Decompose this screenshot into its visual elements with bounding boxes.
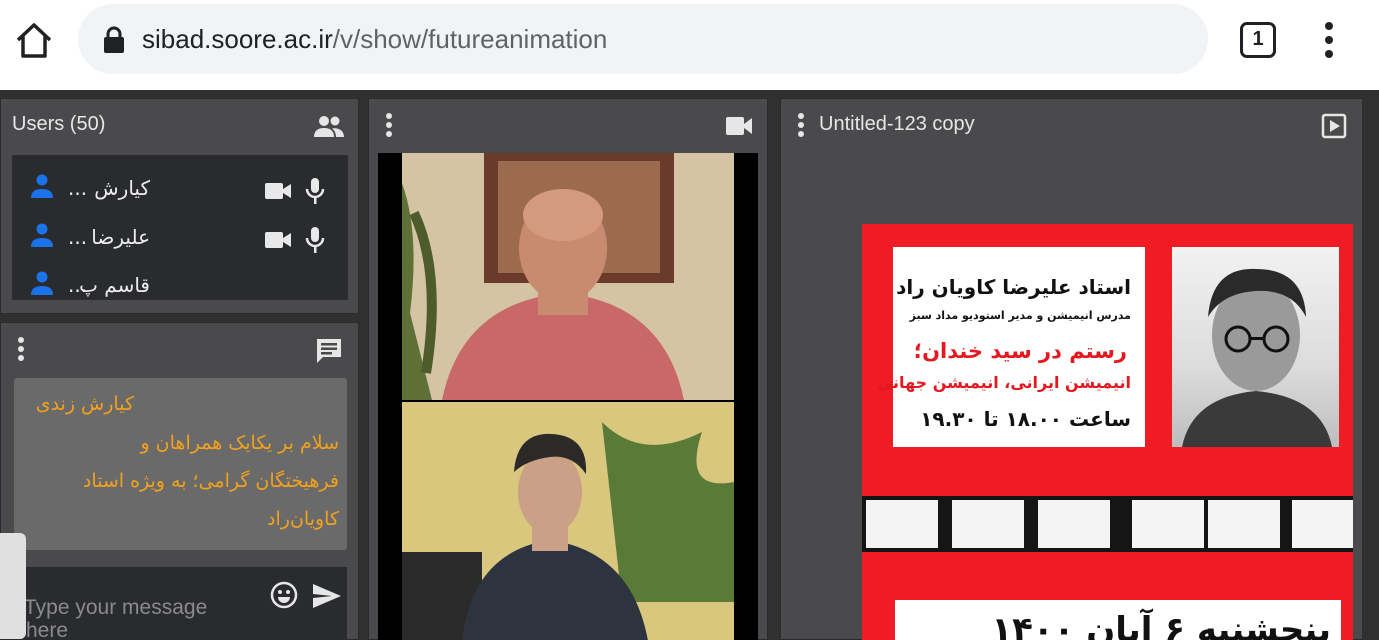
poster-speaker-name: استاد علیرضا کاویان راد (896, 275, 1131, 299)
menu-dot (18, 355, 24, 361)
webcam-participant-2 (402, 402, 734, 640)
chat-message: کیارش زندی سلام بر یکایک همراهان و فرهیخ… (14, 378, 347, 550)
menu-dot (18, 346, 24, 352)
menu-dot (1325, 50, 1333, 58)
user-name-ellipsis: ... (68, 225, 88, 249)
chat-composer: here (14, 567, 347, 640)
camera-icon[interactable] (264, 230, 292, 250)
browser-toolbar: sibad.soore.ac.ir/v/show/futureanimation… (0, 0, 1379, 90)
menu-dot (18, 337, 24, 343)
video-menu-button[interactable] (385, 113, 393, 139)
tab-switcher-button[interactable]: 1 (1240, 22, 1276, 58)
lock-icon (104, 26, 124, 53)
menu-dot (1325, 22, 1333, 30)
user-icon (31, 223, 53, 247)
chat-menu-button[interactable] (17, 337, 25, 363)
chat-message-line: سلام بر یکایک همراهان و (140, 432, 339, 454)
present-icon[interactable] (1321, 113, 1347, 139)
microphone-icon[interactable] (304, 177, 326, 205)
camera-icon[interactable] (264, 181, 292, 201)
filmstrip-frame (1292, 500, 1353, 548)
users-panel: Users (50) ... کیارش ... علیرضا ... قاسم… (0, 98, 359, 314)
url-text: sibad.soore.ac.ir/v/show/futureanimation (142, 24, 607, 55)
chat-input-overflow: here (26, 619, 69, 640)
user-row[interactable]: ... علیرضا (12, 216, 348, 262)
poster-info-card: استاد علیرضا کاویان راد مدرس انیمیشن و م… (877, 247, 1145, 447)
presentation-title: Untitled-123 copy (819, 113, 975, 135)
user-name: علیرضا (91, 225, 150, 249)
conference-app: Users (50) ... کیارش ... علیرضا ... قاسم… (0, 90, 1379, 640)
filmstrip-frame (1132, 500, 1204, 548)
emoji-icon[interactable] (270, 581, 298, 609)
microphone-icon[interactable] (304, 226, 326, 254)
video-feed-1[interactable] (402, 153, 734, 400)
chat-message-line: فرهیختگان گرامی؛ به ویژه استاد (82, 470, 339, 492)
poster-date-card: پنجشنبه ۶ آبان ۱۴۰۰ (895, 600, 1341, 640)
send-icon[interactable] (312, 583, 342, 609)
video-stage (378, 153, 758, 640)
user-row[interactable]: ... قاسم پ (12, 264, 348, 300)
chat-message-author: کیارش زندی (35, 393, 134, 415)
browser-menu-button[interactable] (1316, 22, 1342, 58)
video-camera-icon[interactable] (725, 115, 753, 137)
poster-topic-title: رستم در سید خندان؛ (913, 339, 1127, 363)
user-row[interactable]: ... کیارش (12, 167, 348, 213)
filmstrip-frame (952, 500, 1024, 548)
user-icon (31, 271, 53, 295)
filmstrip-frame (866, 500, 938, 548)
menu-dot (798, 113, 804, 119)
menu-dot (1325, 36, 1333, 44)
url-path: /v/show/futureanimation (332, 24, 608, 54)
poster-topic-subtitle: انیمیشن ایرانی، انیمیشن جهانی (876, 373, 1131, 392)
chat-panel: کیارش زندی سلام بر یکایک همراهان و فرهیخ… (0, 322, 359, 640)
filmstrip-frame (1208, 500, 1280, 548)
home-icon (16, 23, 52, 58)
poster-date: پنجشنبه ۶ آبان ۱۴۰۰ (991, 610, 1331, 640)
video-feed-2[interactable] (402, 402, 734, 640)
users-group-icon[interactable] (313, 113, 345, 139)
users-title: Users (50) (12, 113, 106, 135)
user-name: کیارش (94, 176, 150, 200)
address-bar[interactable]: sibad.soore.ac.ir/v/show/futureanimation (78, 4, 1208, 74)
home-button[interactable] (12, 18, 56, 62)
presentation-slide: استاد علیرضا کاویان راد مدرس انیمیشن و م… (862, 224, 1353, 640)
chat-icon[interactable] (315, 337, 343, 365)
user-icon (31, 174, 53, 198)
user-name-ellipsis: ... (68, 176, 88, 200)
chat-message-line: کاویان‌راد (267, 508, 339, 530)
filmstrip-frame (1038, 500, 1110, 548)
user-name: قاسم پ (79, 273, 150, 297)
menu-dot (386, 131, 392, 137)
poster-speaker-photo (1172, 247, 1339, 447)
url-host: sibad.soore.ac.ir (142, 24, 333, 54)
menu-dot (798, 131, 804, 137)
poster-speaker-role: مدرس انیمیشن و مدیر استودیو مداد سبز (909, 309, 1131, 322)
menu-dot (386, 113, 392, 119)
menu-dot (798, 122, 804, 128)
users-list[interactable]: ... کیارش ... علیرضا ... قاسم پ (12, 155, 348, 300)
side-drawer-handle[interactable] (0, 533, 26, 639)
poster-time: ساعت ۱۸.۰۰ تا ۱۹.۳۰ (920, 407, 1131, 431)
speaker-portrait (1182, 268, 1332, 447)
poster-filmstrip (862, 496, 1353, 552)
video-panel (368, 98, 768, 640)
menu-dot (386, 122, 392, 128)
presentation-panel: Untitled-123 copy استاد علیرضا کاویان را… (780, 98, 1363, 640)
presentation-menu-button[interactable] (797, 113, 805, 139)
webcam-participant-1 (402, 153, 734, 400)
